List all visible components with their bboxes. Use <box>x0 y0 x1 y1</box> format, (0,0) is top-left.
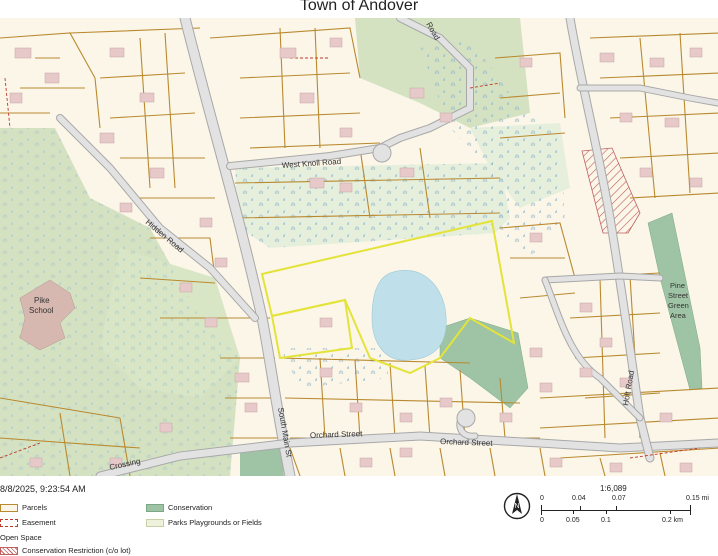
scale-mi-tick-1: 0.04 <box>572 495 586 502</box>
north-arrow-icon: N <box>503 492 531 520</box>
north-arrow: N <box>503 490 531 527</box>
scale-km-tick-1: 0.05 <box>566 517 580 524</box>
scale-km-tick-2: 0.1 <box>601 517 611 524</box>
scale-bar: 1:6,089 0 0.04 0.07 0.15 mi 0 0.05 0.1 0… <box>540 482 718 532</box>
legend-label-conservation-restriction: Conservation Restriction (c/o lot) <box>22 546 131 555</box>
scale-tick <box>606 510 607 514</box>
place-label-pine-street-green-line2: Street <box>668 291 689 300</box>
page-title: Town of Andover <box>299 0 419 12</box>
scale-tick <box>541 505 542 515</box>
legend-item-conservation-restriction: Conservation Restriction (c/o lot) <box>0 546 131 555</box>
scale-tick <box>573 510 574 514</box>
legend-item-parcels: Parcels <box>0 503 47 512</box>
scale-tick <box>616 506 617 510</box>
conservation-restriction-swatch <box>0 546 18 555</box>
place-label-pike-school-line2: School <box>29 306 54 315</box>
scale-km-tick-3: 0.2 km <box>662 517 684 524</box>
legend-item-parks: Parks Playgrounds or Fields <box>146 518 262 527</box>
place-label-pine-street-green-line3: Green <box>668 301 689 310</box>
map-view[interactable]: West Knoll Road Hidden Road South Main S… <box>0 18 718 476</box>
legend-label-parks: Parks Playgrounds or Fields <box>168 518 262 527</box>
scale-tick <box>580 506 581 510</box>
north-letter: N <box>514 503 519 510</box>
map-canvas[interactable]: West Knoll Road Hidden Road South Main S… <box>0 18 718 476</box>
legend-item-open-space: Open Space <box>0 533 42 542</box>
scale-mi-tick-0: 0 <box>540 495 544 502</box>
legend-label-conservation: Conservation <box>168 503 213 512</box>
legend-label-parcels: Parcels <box>22 503 48 512</box>
conservation-swatch <box>146 503 164 512</box>
place-label-pike-school-line1: Pike <box>34 296 50 305</box>
map-footer: 8/8/2025, 9:23:54 AM Parcels Easement Op… <box>0 476 718 556</box>
roundabout <box>372 143 392 163</box>
scale-mi-tick-2: 0.07 <box>612 495 626 502</box>
road-label-orchard-2: Orchard Street <box>440 437 494 448</box>
place-label-pine-street-green-line1: Pine <box>670 281 685 290</box>
parks-swatch <box>146 518 164 527</box>
timestamp: 8/8/2025, 9:23:54 AM <box>0 484 86 494</box>
legend-label-open-space: Open Space <box>0 533 42 542</box>
road-label-orchard-1: Orchard Street <box>310 429 364 440</box>
scale-tick <box>690 505 691 515</box>
place-label-pine-street-green-line4: Area <box>670 311 687 320</box>
scale-line <box>541 510 691 511</box>
legend-label-easement: Easement <box>22 518 56 527</box>
scale-mi-tick-3: 0.15 mi <box>686 495 709 502</box>
scale-km-tick-0: 0 <box>540 517 544 524</box>
scale-ratio: 1:6,089 <box>600 484 627 493</box>
scale-tick <box>670 510 671 514</box>
legend-item-easement: Easement <box>0 518 56 527</box>
easement-swatch <box>0 518 18 527</box>
parcels-swatch <box>0 503 18 512</box>
cul-de-sac <box>456 408 476 428</box>
legend-item-conservation: Conservation <box>146 503 212 512</box>
